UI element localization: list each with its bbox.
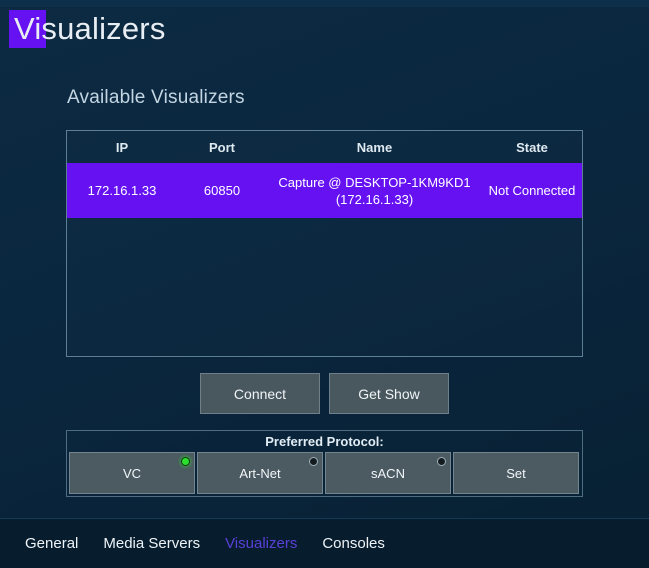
cell-state: Not Connected	[488, 183, 576, 198]
protocol-option-label: Art-Net	[239, 465, 281, 481]
bottom-nav: General Media Servers Visualizers Consol…	[0, 519, 649, 568]
cell-port: 60850	[203, 183, 241, 198]
led-indicator-icon	[309, 457, 318, 466]
led-indicator-icon	[181, 457, 190, 466]
cell-name: Capture @ DESKTOP-1KM9KD1 (172.16.1.33)	[278, 174, 471, 207]
protocol-option-vc[interactable]: VC	[69, 452, 195, 494]
visualizer-table: IP Port Name State 172.16.1.33 60850 Cap…	[66, 130, 583, 357]
page-title: Visualizers	[14, 11, 166, 46]
nav-item-consoles[interactable]: Consoles	[322, 535, 385, 552]
connect-button[interactable]: Connect	[200, 373, 320, 414]
get-show-button[interactable]: Get Show	[329, 373, 449, 414]
table-body: 172.16.1.33 60850 Capture @ DESKTOP-1KM9…	[67, 163, 582, 218]
protocol-option-art-net[interactable]: Art-Net	[197, 452, 323, 494]
protocol-option-label: VC	[122, 465, 142, 481]
title-bar: Visualizers	[0, 7, 649, 63]
section-heading: Available Visualizers	[67, 87, 245, 108]
column-header-ip: IP	[115, 139, 129, 155]
set-protocol-button[interactable]: Set	[453, 452, 579, 494]
column-header-state: State	[516, 139, 548, 155]
nav-item-general[interactable]: General	[25, 535, 78, 552]
protocol-option-sacn[interactable]: sACN	[325, 452, 451, 494]
visualizers-window: Visualizers Available Visualizers IP Por…	[0, 0, 649, 568]
led-indicator-icon	[437, 457, 446, 466]
preferred-protocol-panel: Preferred Protocol: VC Art-Net sACN Set	[66, 430, 583, 497]
column-header-port: Port	[209, 139, 235, 155]
nav-item-visualizers[interactable]: Visualizers	[225, 535, 297, 552]
table-row[interactable]: 172.16.1.33 60850 Capture @ DESKTOP-1KM9…	[67, 163, 582, 218]
cell-ip: 172.16.1.33	[87, 183, 157, 198]
nav-item-media-servers[interactable]: Media Servers	[103, 535, 200, 552]
protocol-option-label: sACN	[371, 465, 405, 481]
column-header-name: Name	[356, 139, 393, 155]
table-header-row: IP Port Name State	[67, 131, 582, 163]
preferred-protocol-label: Preferred Protocol:	[265, 434, 384, 449]
protocol-options-row: VC Art-Net sACN Set	[69, 452, 582, 494]
